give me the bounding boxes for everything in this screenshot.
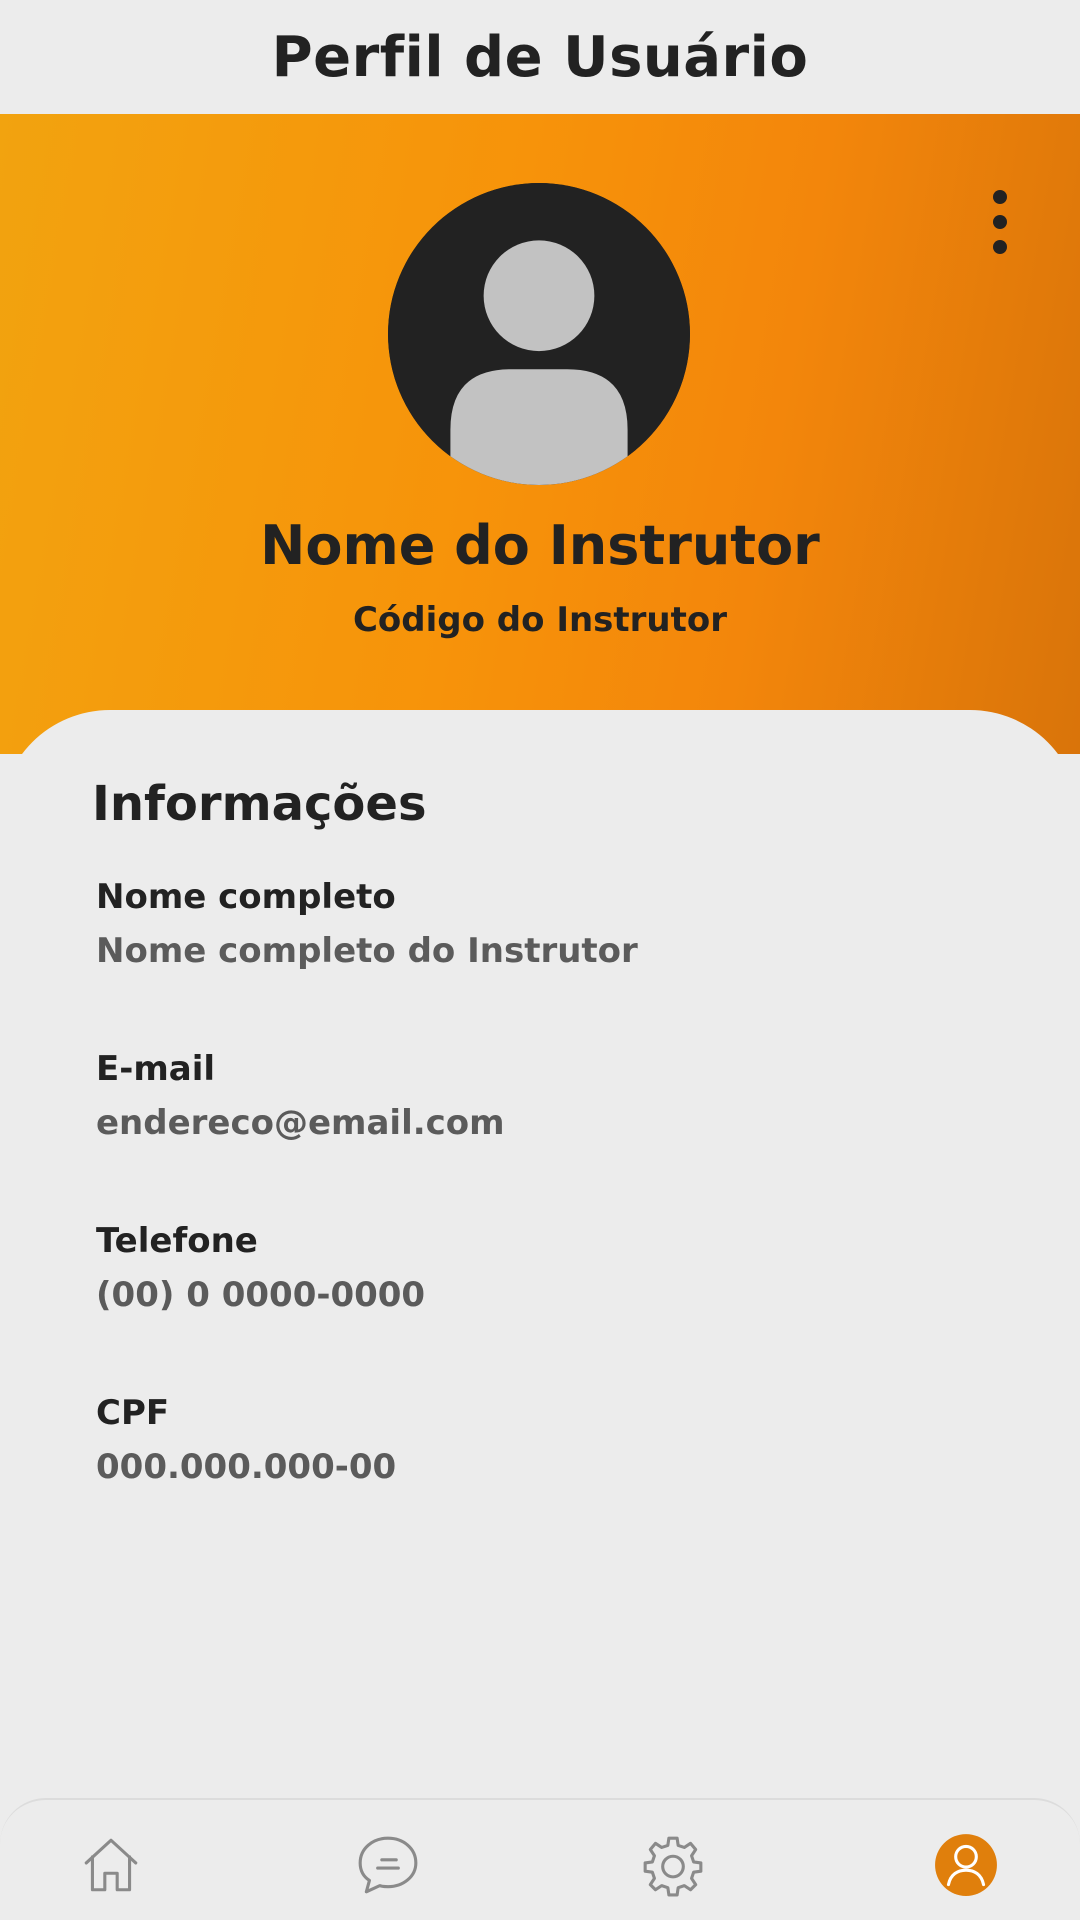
profile-icon: [935, 1834, 997, 1896]
gear-icon: [643, 1836, 703, 1897]
info-value: 000.000.000-00: [96, 1447, 397, 1487]
home-icon: [84, 1838, 138, 1892]
user-placeholder-icon: [388, 183, 690, 485]
info-label: Nome completo: [96, 877, 396, 917]
info-card: Informações Nome completo Nome completo …: [0, 710, 1080, 1820]
info-label: Telefone: [96, 1221, 258, 1261]
info-list: Nome completo Nome completo do Instrutor…: [96, 875, 996, 1563]
nav-profile-button[interactable]: [931, 1830, 1001, 1900]
nav-chat-button[interactable]: [353, 1830, 423, 1900]
info-item-email: E-mail endereco@email.com: [96, 1047, 996, 1219]
info-value: (00) 0 0000-0000: [96, 1275, 426, 1315]
bottom-navigation: [0, 1798, 1080, 1920]
info-label: E-mail: [96, 1049, 216, 1089]
instructor-name: Nome do Instrutor: [260, 514, 820, 577]
nav-home-button[interactable]: [76, 1830, 146, 1900]
profile-screen: Perfil de Usuário Nome do Instrutor Códi…: [0, 0, 1080, 1920]
more-vertical-icon: [993, 190, 1007, 204]
info-item-phone: Telefone (00) 0 0000-0000: [96, 1219, 996, 1391]
nav-settings-button[interactable]: [638, 1830, 708, 1900]
chat-icon: [358, 1836, 418, 1894]
info-item-cpf: CPF 000.000.000-00: [96, 1391, 996, 1563]
info-value: endereco@email.com: [96, 1103, 505, 1143]
more-vertical-icon-dot: [993, 215, 1007, 229]
instructor-code: Código do Instrutor: [352, 600, 728, 640]
info-item-full-name: Nome completo Nome completo do Instrutor: [96, 875, 996, 1047]
profile-hero: Nome do Instrutor Código do Instrutor: [0, 114, 1080, 754]
page-title: Perfil de Usuário: [271, 24, 809, 90]
info-section-title: Informações: [92, 776, 427, 832]
info-label: CPF: [96, 1393, 170, 1433]
app-header: Perfil de Usuário: [0, 0, 1080, 114]
avatar[interactable]: [388, 183, 690, 485]
info-value: Nome completo do Instrutor: [96, 931, 638, 971]
more-options-button[interactable]: [980, 184, 1020, 260]
more-vertical-icon-dot: [993, 240, 1007, 254]
